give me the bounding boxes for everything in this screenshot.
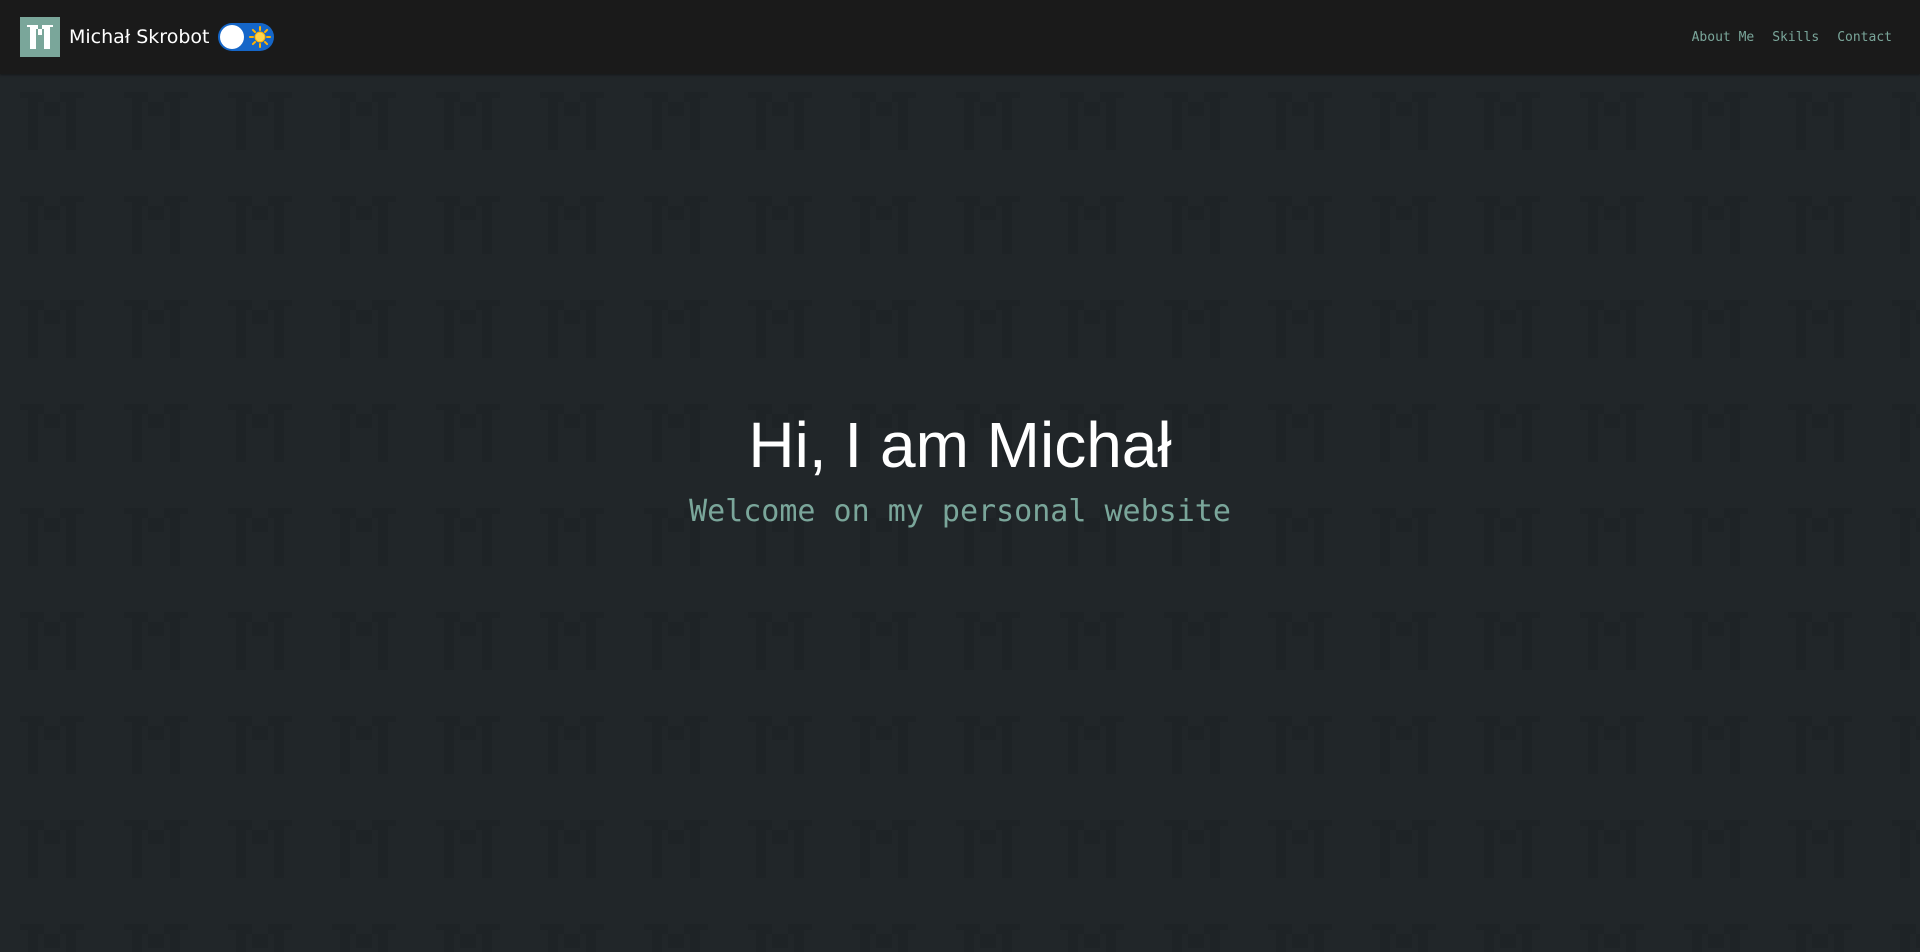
- navbar: Michał Skrobot About Me Skills Contact: [0, 0, 1920, 74]
- hero-title: Hi, I am Michał: [748, 409, 1172, 481]
- sun-icon: [249, 26, 271, 48]
- brand-link[interactable]: Michał Skrobot: [20, 17, 209, 57]
- nav-links: About Me Skills Contact: [1692, 0, 1892, 74]
- brand-name: Michał Skrobot: [69, 26, 210, 48]
- nav-link-contact[interactable]: Contact: [1837, 30, 1892, 45]
- hero-section: Hi, I am Michał Welcome on my personal w…: [0, 74, 1920, 952]
- hero-subtitle: Welcome on my personal website: [689, 494, 1231, 529]
- theme-toggle[interactable]: [218, 23, 274, 51]
- nav-link-about-me[interactable]: About Me: [1692, 30, 1755, 45]
- pixel-m-logo-icon: [20, 17, 60, 57]
- nav-link-skills[interactable]: Skills: [1772, 30, 1819, 45]
- toggle-knob: [220, 25, 244, 49]
